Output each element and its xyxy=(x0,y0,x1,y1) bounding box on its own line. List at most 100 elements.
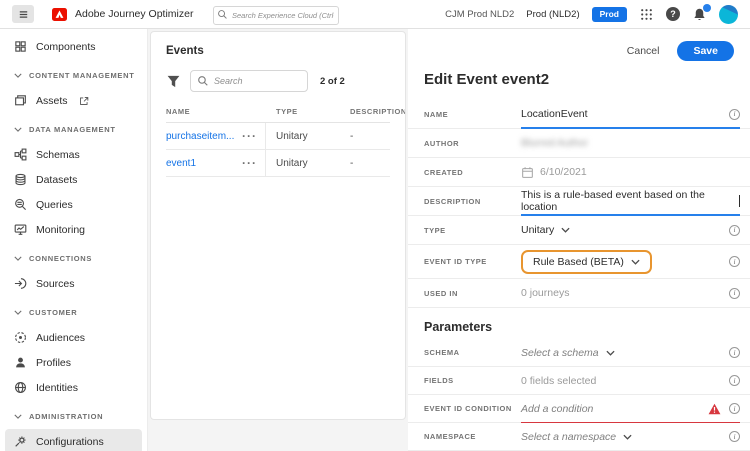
info-icon[interactable]: i xyxy=(729,375,740,386)
field-row-event-id-type: EVENT ID TYPE Rule Based (BETA) i xyxy=(408,245,750,279)
apps-grid-icon[interactable] xyxy=(639,7,654,22)
fields-selector[interactable]: 0 fields selected xyxy=(521,375,596,387)
save-button[interactable]: Save xyxy=(677,41,734,61)
sidebar-section-administration[interactable]: ADMINISTRATION xyxy=(0,404,147,429)
sidebar-section-content-management[interactable]: CONTENT MANAGEMENT xyxy=(0,63,147,88)
org-name: CJM Prod NLD2 xyxy=(445,9,514,20)
sidebar-item-queries[interactable]: Queries xyxy=(5,192,142,217)
more-actions-icon[interactable]: ··· xyxy=(242,130,257,142)
notifications-button[interactable] xyxy=(692,7,707,22)
sidebar-item-monitoring[interactable]: Monitoring xyxy=(5,217,142,242)
info-icon[interactable]: i xyxy=(729,347,740,358)
profiles-icon xyxy=(14,356,27,369)
audiences-icon xyxy=(14,331,27,344)
notification-dot xyxy=(703,4,711,12)
name-input[interactable]: LocationEvent xyxy=(521,108,588,120)
info-icon[interactable]: i xyxy=(729,225,740,236)
external-link-icon xyxy=(79,96,89,106)
used-in-value: 0 journeys xyxy=(521,287,569,299)
hamburger-menu-button[interactable] xyxy=(12,5,34,23)
field-row-namespace: NAMESPACE Select a namespace i xyxy=(408,423,750,451)
event-id-type-dropdown-highlighted[interactable]: Rule Based (BETA) xyxy=(521,250,652,274)
parameters-section-title: Parameters xyxy=(408,320,750,334)
field-row-fields: FIELDS 0 fields selected i xyxy=(408,367,750,395)
datasets-icon xyxy=(14,173,27,186)
field-label: USED IN xyxy=(424,289,521,298)
field-row-created: CREATED 6/10/2021 xyxy=(408,158,750,187)
schemas-icon xyxy=(14,148,27,161)
chevron-down-icon xyxy=(631,259,640,265)
section-label: CUSTOMER xyxy=(29,308,77,317)
sidebar-item-configurations[interactable]: Configurations xyxy=(5,429,142,451)
namespace-dropdown[interactable]: Select a namespace xyxy=(521,431,632,443)
section-label: DATA MANAGEMENT xyxy=(29,125,116,134)
info-icon[interactable]: i xyxy=(729,288,740,299)
components-icon xyxy=(14,40,27,53)
more-actions-icon[interactable]: ··· xyxy=(242,157,257,169)
main-body: Components CONTENT MANAGEMENT Assets DAT… xyxy=(0,29,750,451)
field-label: DESCRIPTION xyxy=(424,197,521,206)
field-label: CREATED xyxy=(424,168,521,177)
condition-input[interactable]: Add a condition xyxy=(521,403,593,415)
filter-icon[interactable] xyxy=(166,74,181,89)
hamburger-icon xyxy=(17,8,30,21)
chevron-down-icon xyxy=(561,227,570,233)
chevron-down-icon xyxy=(14,310,22,315)
event-type-cell: Unitary xyxy=(266,150,350,176)
sidebar-item-components[interactable]: Components xyxy=(5,34,142,59)
schema-dropdown[interactable]: Select a schema xyxy=(521,347,615,359)
info-icon[interactable]: i xyxy=(729,431,740,442)
field-label: TYPE xyxy=(424,226,521,235)
sidebar-item-label: Datasets xyxy=(36,174,77,186)
sources-icon xyxy=(14,277,27,290)
search-icon xyxy=(217,9,228,20)
sidebar-item-label: Audiences xyxy=(36,332,85,344)
section-label: CONTENT MANAGEMENT xyxy=(29,71,135,80)
sidebar-item-profiles[interactable]: Profiles xyxy=(5,350,142,375)
chevron-down-icon xyxy=(14,73,22,78)
chevron-down-icon xyxy=(623,434,632,440)
topbar-right-cluster: CJM Prod NLD2 Prod (NLD2) Prod ? xyxy=(445,5,738,24)
global-search-input[interactable] xyxy=(213,6,339,25)
field-row-event-id-condition: EVENT ID CONDITION Add a condition i xyxy=(408,395,750,423)
event-link[interactable]: purchaseitem... xyxy=(166,131,234,142)
sandbox-switcher[interactable]: Prod (NLD2) xyxy=(526,9,579,20)
chevron-down-icon xyxy=(14,127,22,132)
cancel-button[interactable]: Cancel xyxy=(627,45,660,57)
events-panel-background: Events 2 of 2 NAME TYPE DESCRIPTION xyxy=(148,29,408,451)
help-icon[interactable]: ? xyxy=(666,7,680,21)
field-label: FIELDS xyxy=(424,376,521,385)
table-row: event1 ··· Unitary - xyxy=(166,150,390,177)
chevron-down-icon xyxy=(606,350,615,356)
sidebar-item-sources[interactable]: Sources xyxy=(5,271,142,296)
search-icon xyxy=(197,75,209,87)
avatar[interactable] xyxy=(719,5,738,24)
info-icon[interactable]: i xyxy=(729,109,740,120)
sidebar-section-connections[interactable]: CONNECTIONS xyxy=(0,246,147,271)
top-bar: Adobe Journey Optimizer CJM Prod NLD2 Pr… xyxy=(0,0,750,29)
sidebar-item-identities[interactable]: Identities xyxy=(5,375,142,400)
adobe-logo xyxy=(52,8,67,21)
sidebar-item-assets[interactable]: Assets xyxy=(5,88,142,113)
info-icon[interactable]: i xyxy=(729,403,740,414)
sidebar-section-data-management[interactable]: DATA MANAGEMENT xyxy=(0,117,147,142)
column-header-name: NAME xyxy=(166,107,266,116)
type-dropdown[interactable]: Unitary xyxy=(521,224,570,236)
environment-badge: Prod xyxy=(592,7,627,22)
field-label: EVENT ID CONDITION xyxy=(424,404,521,413)
field-label: NAME xyxy=(424,110,521,119)
field-label: EVENT ID TYPE xyxy=(424,257,521,266)
description-input[interactable]: This is a rule-based event based on the … xyxy=(521,189,740,213)
sidebar-section-customer[interactable]: CUSTOMER xyxy=(0,300,147,325)
events-controls: 2 of 2 xyxy=(166,70,390,92)
section-label: CONNECTIONS xyxy=(29,254,92,263)
sidebar-item-datasets[interactable]: Datasets xyxy=(5,167,142,192)
sidebar-item-audiences[interactable]: Audiences xyxy=(5,325,142,350)
event-link[interactable]: event1 xyxy=(166,158,196,169)
queries-icon xyxy=(14,198,27,211)
field-label: AUTHOR xyxy=(424,139,521,148)
events-search-input[interactable] xyxy=(214,76,301,86)
global-search xyxy=(213,5,339,24)
info-icon[interactable]: i xyxy=(729,256,740,267)
sidebar-item-schemas[interactable]: Schemas xyxy=(5,142,142,167)
